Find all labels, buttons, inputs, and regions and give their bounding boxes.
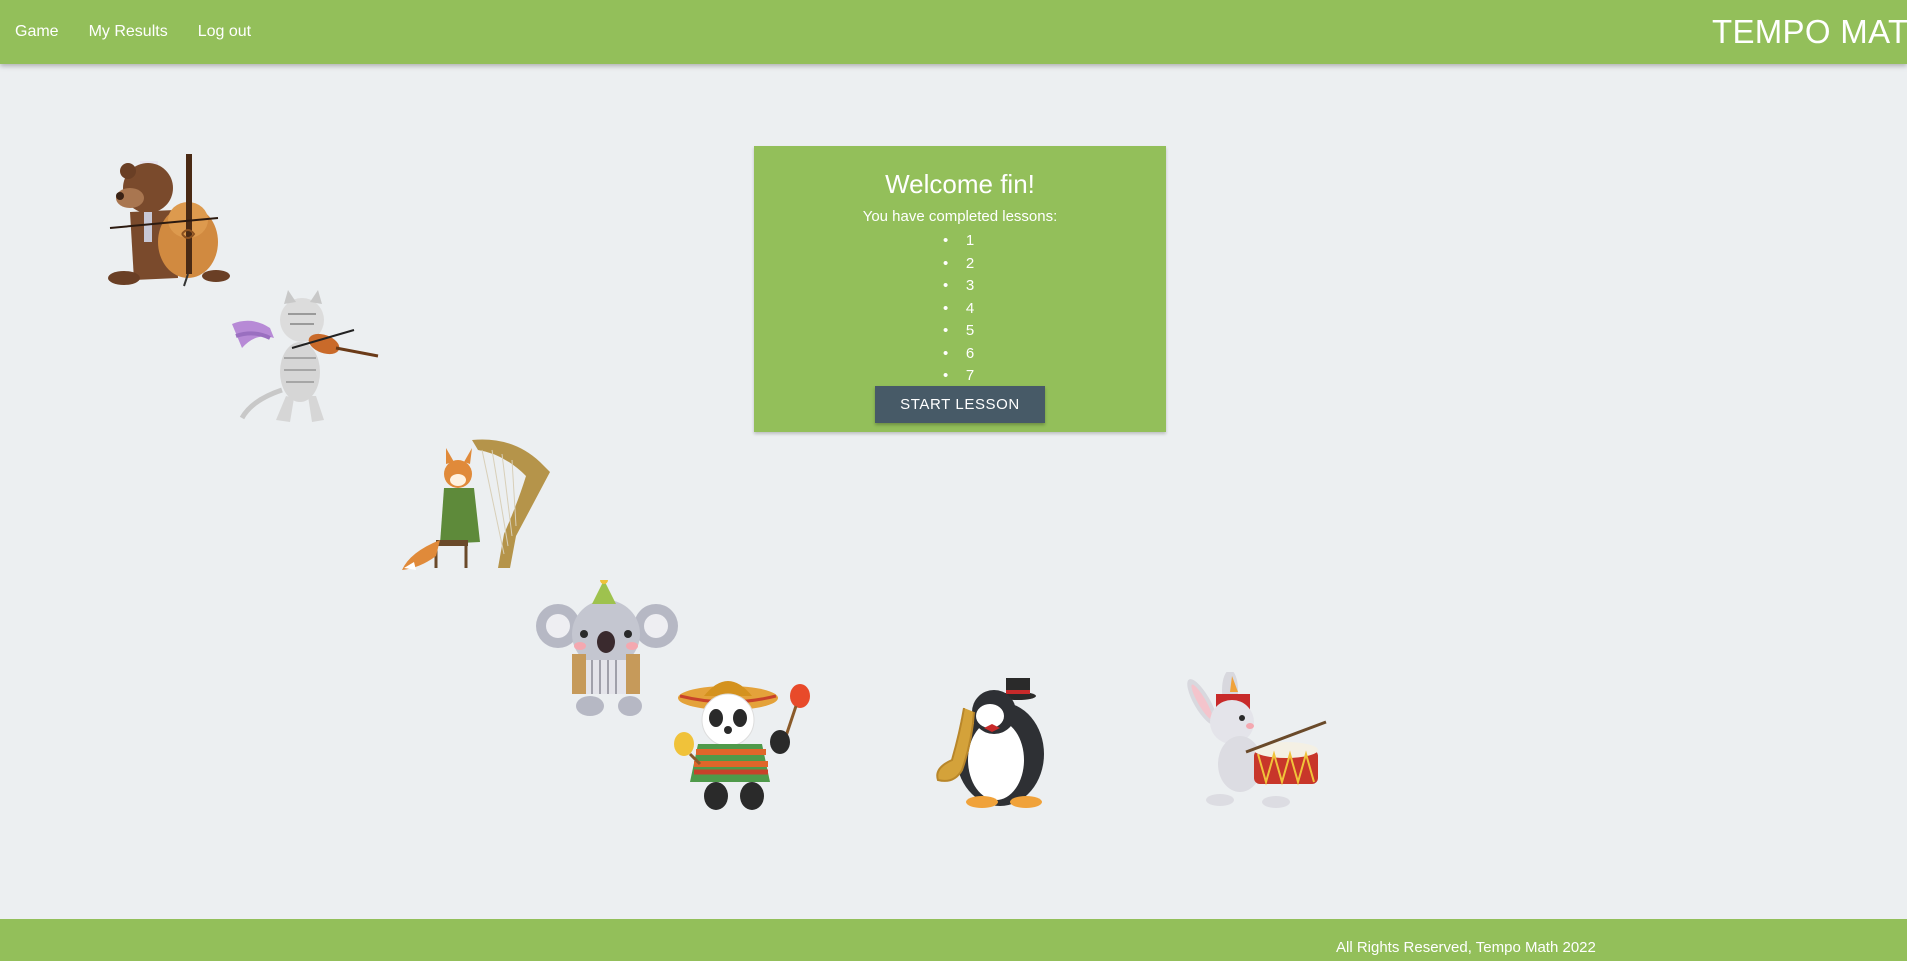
panda-maracas-icon	[674, 681, 810, 810]
nav-links: Game My Results Log out	[0, 0, 266, 64]
penguin-saxophone-icon	[936, 678, 1044, 808]
lesson-item: 5	[764, 320, 1176, 343]
lesson-item: 7	[764, 365, 1176, 388]
lesson-item: 3	[764, 275, 1176, 298]
welcome-card: Welcome fin! You have completed lessons:…	[754, 146, 1166, 432]
nav-link-my-results[interactable]: My Results	[74, 0, 183, 64]
footer: All Rights Reserved, Tempo Math 2022	[0, 919, 1907, 961]
nav-link-log-out[interactable]: Log out	[183, 0, 266, 64]
koala-accordion-icon	[536, 580, 678, 716]
fox-harp-icon	[402, 439, 550, 570]
lesson-item: 1	[764, 230, 1176, 253]
bear-cello-icon	[108, 154, 230, 287]
brand-title: TEMPO MATH	[1712, 13, 1907, 50]
footer-copyright: All Rights Reserved, Tempo Math 2022	[1336, 939, 1596, 956]
rabbit-drum-icon	[1187, 672, 1327, 808]
welcome-title: Welcome fin!	[885, 169, 1035, 199]
completed-lessons-label: You have completed lessons:	[862, 208, 1058, 225]
start-lesson-button[interactable]: START LESSON	[875, 386, 1045, 423]
nav-link-game[interactable]: Game	[0, 0, 74, 64]
lesson-item: 2	[764, 253, 1176, 276]
completed-lessons-list: 1 2 3 4 5 6 7	[754, 230, 1166, 388]
lesson-item: 4	[764, 298, 1176, 321]
lesson-item: 6	[764, 343, 1176, 366]
cat-violin-icon	[232, 290, 379, 422]
top-navbar: Game My Results Log out TEMPO MATH	[0, 0, 1907, 64]
